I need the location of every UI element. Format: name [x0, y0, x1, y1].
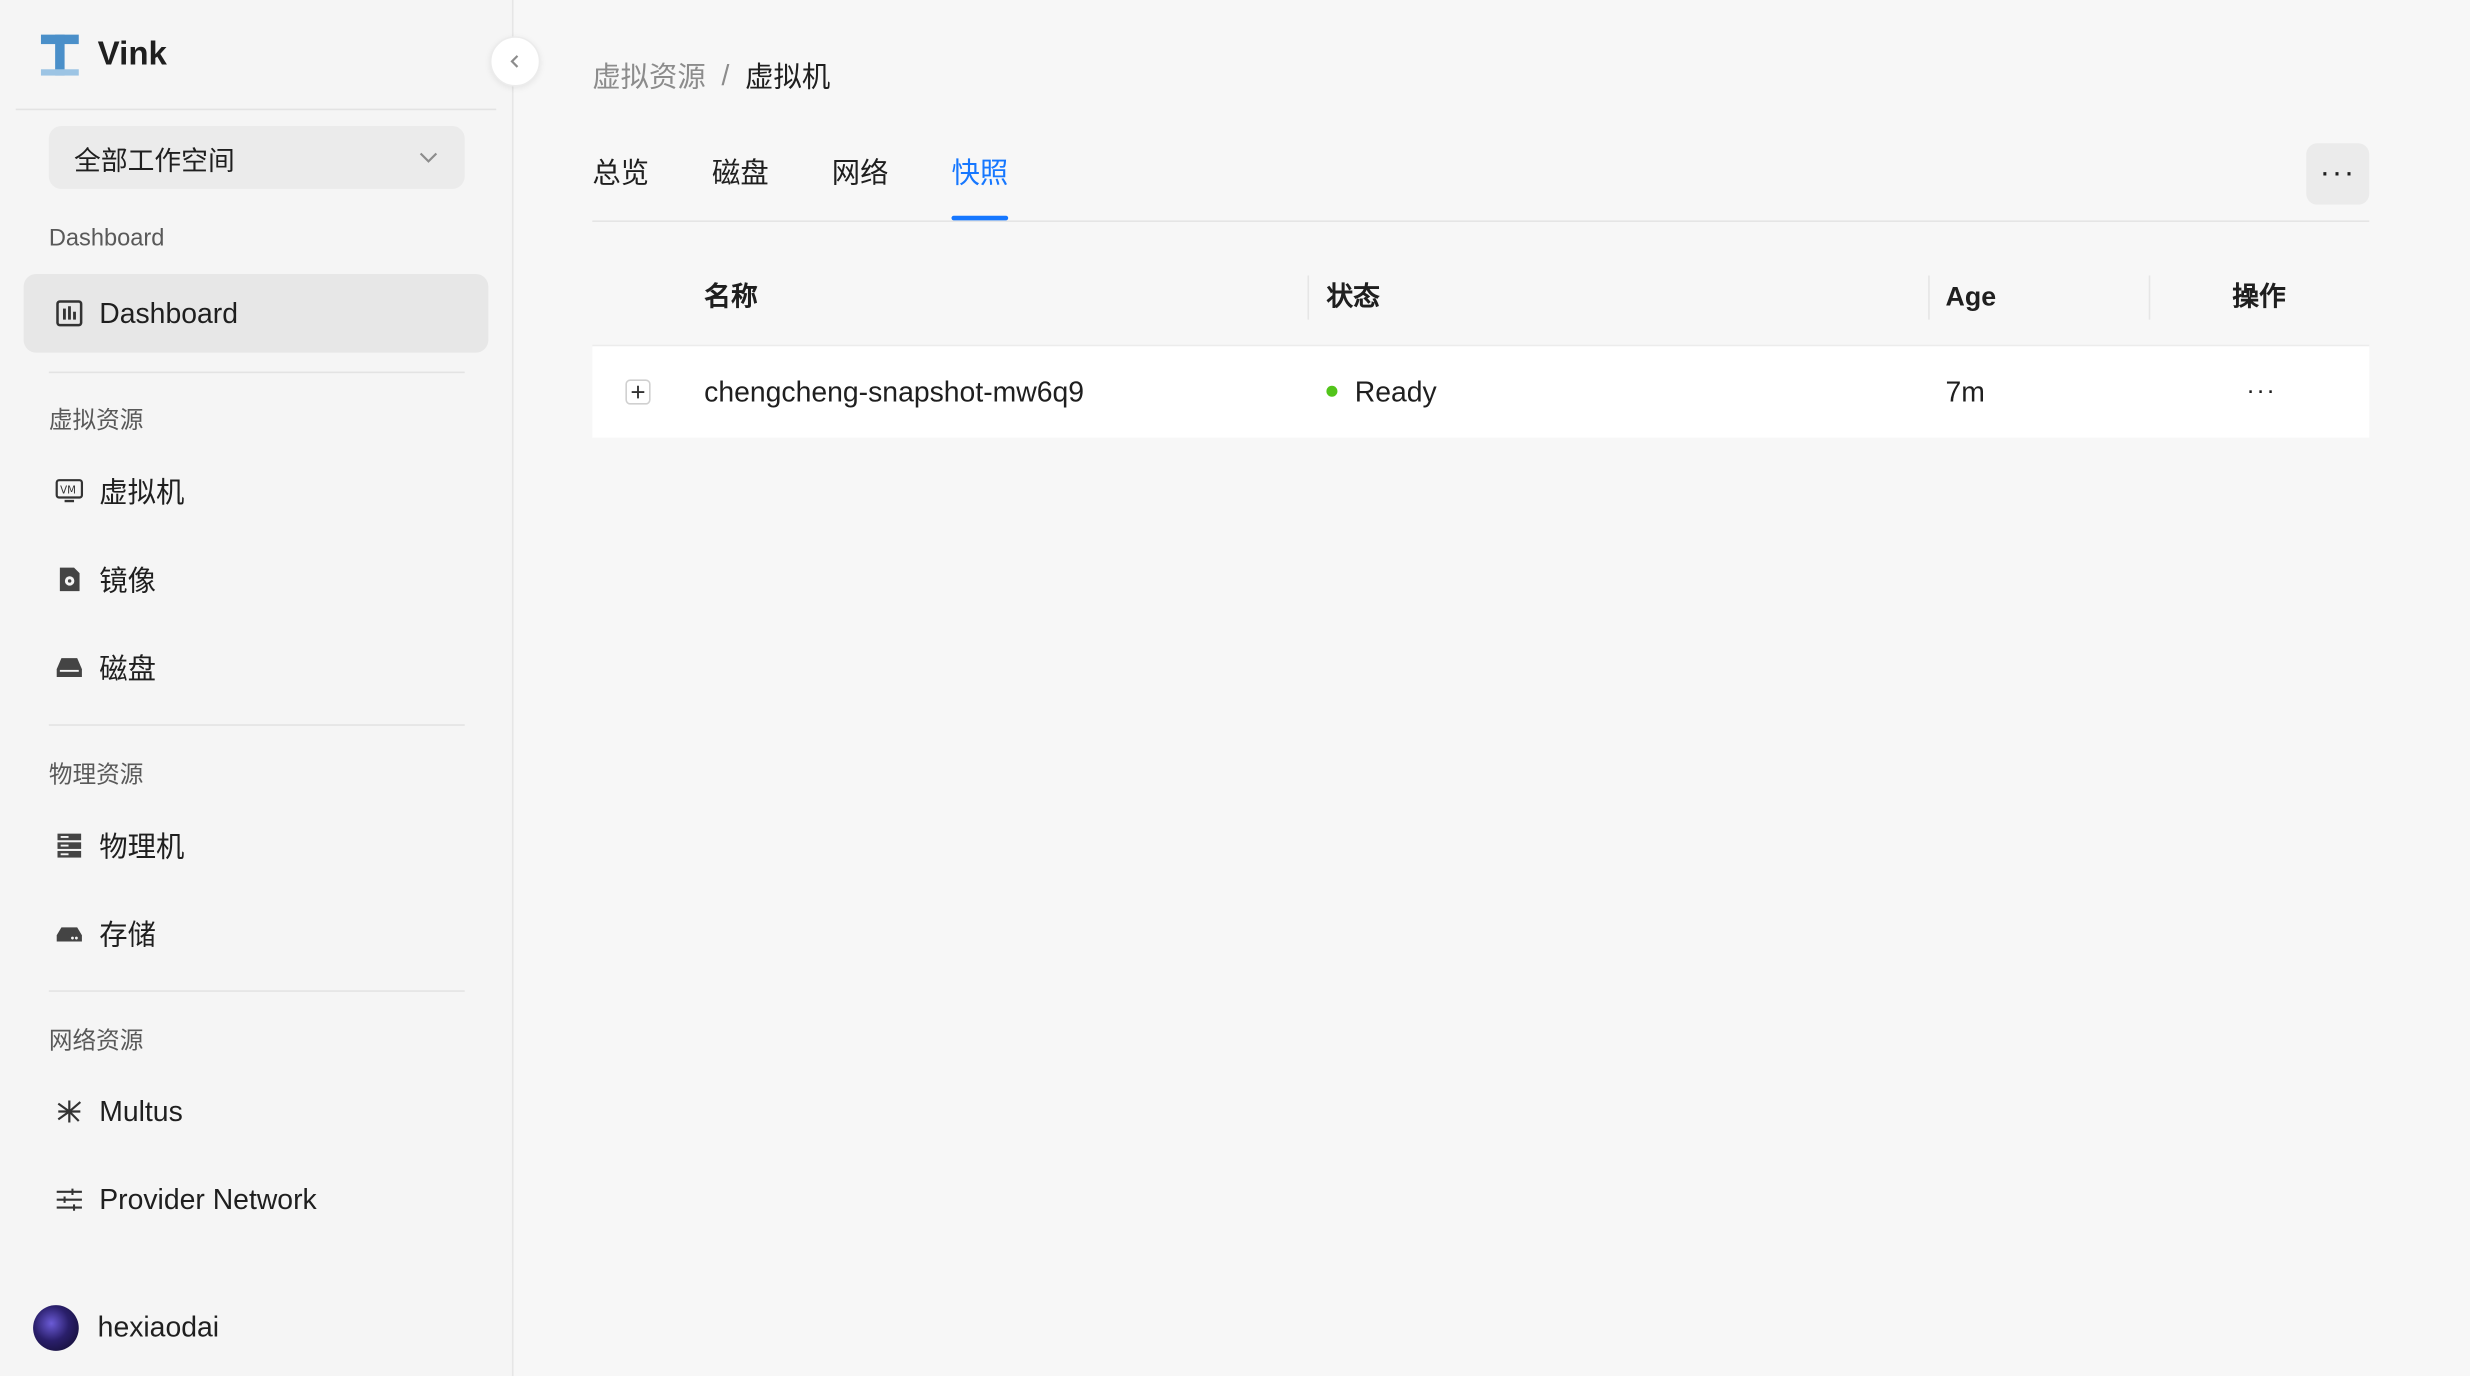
chevron-left-icon [510, 55, 519, 68]
sidebar-item-label: 镜像 [99, 565, 156, 597]
sidebar: Vink 全部工作空间 Dashboard Dashboard 虚拟资源 VM … [0, 0, 514, 1376]
section-label-physical: 物理资源 [48, 762, 144, 789]
storage-icon [55, 919, 83, 947]
snapshot-name: chengcheng-snapshot-mw6q9 [704, 376, 1085, 408]
section-label-network: 网络资源 [48, 1028, 144, 1055]
age-cell: 7m [1945, 376, 1985, 408]
more-actions-button[interactable]: ··· [2306, 143, 2370, 205]
tab-overview[interactable]: 总览 [592, 151, 649, 220]
status-text: Ready [1354, 376, 1437, 408]
section-label-virtual: 虚拟资源 [48, 407, 144, 435]
disk-icon [55, 653, 83, 681]
user-name: hexiaodai [97, 1311, 220, 1343]
user-profile[interactable]: hexiaodai [33, 1305, 219, 1351]
sidebar-item-label: Multus [99, 1094, 183, 1127]
server-icon [55, 831, 83, 859]
row-actions-button[interactable]: ··· [2246, 346, 2276, 437]
sliders-icon [55, 1186, 83, 1214]
sidebar-item-storage[interactable]: 存储 [24, 894, 489, 973]
table-header: 名称 状态 Age 操作 [592, 250, 2370, 347]
sidebar-item-disk[interactable]: 磁盘 [24, 628, 489, 707]
column-header-age[interactable]: Age [1945, 250, 1996, 344]
sidebar-item-provider-network[interactable]: Provider Network [24, 1160, 489, 1239]
status-cell: Ready [1326, 346, 1437, 437]
tab-network[interactable]: 网络 [832, 151, 889, 220]
sidebar-divider [48, 724, 465, 726]
main-content: 虚拟资源 / 虚拟机 总览 磁盘 网络 快照 ··· 名称 状态 Age 操作 [514, 0, 2470, 1376]
sidebar-item-label: 存储 [99, 919, 156, 951]
sidebar-item-label: 虚拟机 [99, 477, 185, 509]
chevron-down-icon [419, 152, 438, 163]
collapse-sidebar-button[interactable] [489, 36, 541, 87]
sidebar-item-host[interactable]: 物理机 [24, 806, 489, 885]
sidebar-divider [48, 990, 465, 992]
column-divider [1307, 275, 1310, 320]
column-header-status[interactable]: 状态 [1326, 250, 1380, 344]
sidebar-item-vm[interactable]: VM 虚拟机 [24, 452, 489, 531]
vink-logo-icon [38, 31, 82, 78]
sidebar-divider [48, 371, 465, 374]
breadcrumb-separator: / [721, 59, 730, 91]
vm-icon: VM [55, 477, 84, 505]
avatar [33, 1305, 79, 1351]
sidebar-scroll-fade [0, 1259, 512, 1298]
dashboard-icon [55, 299, 83, 327]
sidebar-divider [15, 108, 497, 111]
breadcrumb-parent[interactable]: 虚拟资源 [592, 55, 705, 96]
sidebar-item-label: Provider Network [99, 1183, 317, 1215]
sidebar-item-label: 物理机 [99, 831, 185, 863]
tab-bar: 总览 磁盘 网络 快照 [592, 151, 2370, 222]
tab-snapshot[interactable]: 快照 [951, 151, 1009, 221]
breadcrumb-current: 虚拟机 [745, 61, 831, 93]
snapshot-table: 名称 状态 Age 操作 chengcheng-snapshot-mw6q9 R… [592, 250, 2370, 438]
sidebar-item-dashboard[interactable]: Dashboard [23, 273, 489, 353]
breadcrumb: 虚拟资源 / 虚拟机 [592, 55, 830, 96]
sidebar-item-label: Dashboard [99, 296, 238, 329]
multus-icon [55, 1097, 83, 1125]
app-name: Vink [97, 36, 167, 73]
column-divider [2148, 275, 2151, 320]
workspace-select-value: 全部工作空间 [74, 145, 235, 176]
svg-text:VM: VM [60, 486, 76, 497]
app-logo[interactable]: Vink [38, 28, 167, 82]
section-label-dashboard: Dashboard [48, 225, 165, 252]
sidebar-item-multus[interactable]: Multus [24, 1072, 489, 1151]
image-icon [55, 565, 83, 593]
column-divider [1928, 275, 1930, 320]
sidebar-item-image[interactable]: 镜像 [24, 540, 489, 619]
column-header-name[interactable]: 名称 [704, 250, 758, 344]
column-header-actions: 操作 [2232, 281, 2286, 312]
sidebar-item-label: 磁盘 [99, 653, 156, 685]
expand-row-icon[interactable] [625, 379, 651, 405]
table-row[interactable]: chengcheng-snapshot-mw6q9 Ready 7m ··· [592, 346, 2370, 438]
tab-disk[interactable]: 磁盘 [712, 151, 769, 220]
workspace-select[interactable]: 全部工作空间 [48, 125, 465, 189]
status-dot-icon [1326, 385, 1338, 397]
